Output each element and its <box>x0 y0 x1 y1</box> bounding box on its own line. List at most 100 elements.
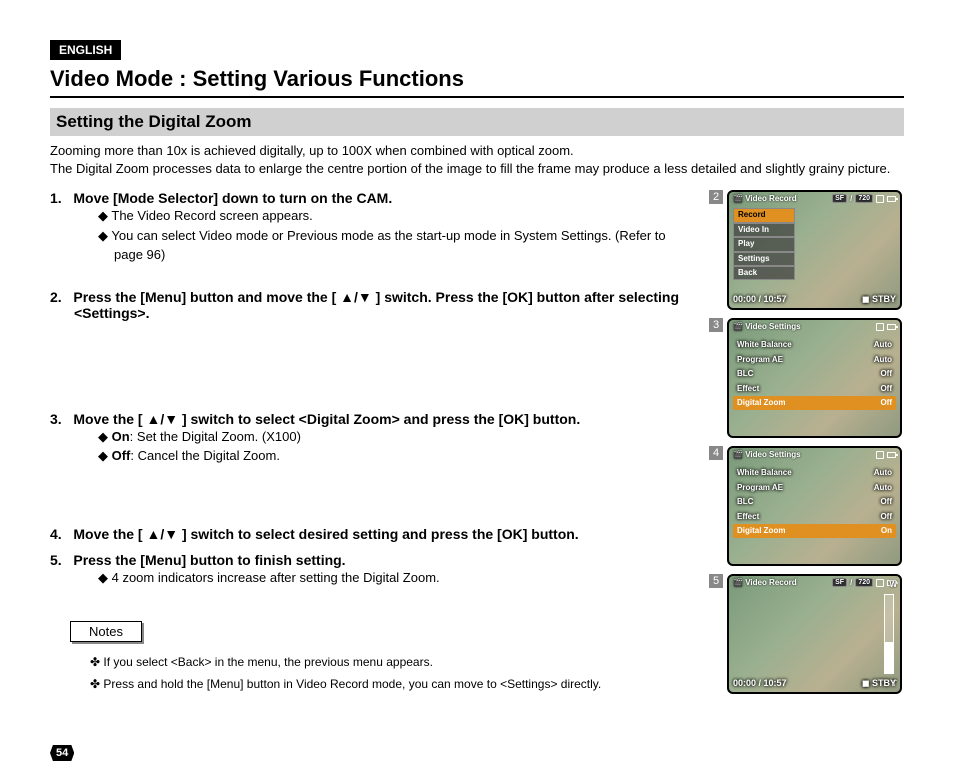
thumb-number: 3 <box>709 318 723 332</box>
thumb-number: 5 <box>709 574 723 588</box>
setting-key: White Balance <box>737 468 792 478</box>
menu-item-settings[interactable]: Settings <box>733 252 795 266</box>
setting-key: Effect <box>737 384 759 394</box>
battery-icon <box>887 452 896 458</box>
zoom-w-label: W <box>889 580 897 589</box>
setting-row[interactable]: Digital Zoom On <box>733 524 896 538</box>
notes-label: Notes <box>70 621 142 642</box>
card-icon <box>876 323 884 331</box>
card-icon <box>876 579 884 587</box>
menu-item-back[interactable]: Back <box>733 266 795 280</box>
language-badge: ENGLISH <box>50 40 121 60</box>
thumb-3-wrap: 3 🎬 Video Settings White BalanceAutoProg… <box>709 318 904 438</box>
battery-icon <box>887 324 896 330</box>
setting-value: Auto <box>874 468 892 478</box>
note-item: Press and hold the [Menu] button in Vide… <box>90 674 693 696</box>
note-item: If you select <Back> in the menu, the pr… <box>90 652 693 674</box>
setting-value: Off <box>880 398 892 408</box>
step-sub: 4 zoom indicators increase after setting… <box>98 568 693 588</box>
time-counter: 00:00 / 10:57 <box>733 678 787 689</box>
notes-list: If you select <Back> in the menu, the pr… <box>50 652 693 695</box>
step-2: 2. Press the [Menu] button and move the … <box>50 289 693 321</box>
thumb-title: Video Record <box>745 578 796 587</box>
menu-item-videoin[interactable]: Video In <box>733 223 795 237</box>
screenshot-2: 🎬 Video Record SF / 720 Record Video In … <box>727 190 902 310</box>
step-heading: Move [Mode Selector] down to turn on the… <box>73 190 392 206</box>
battery-icon <box>887 196 896 202</box>
setting-row[interactable]: Program AE Auto <box>733 481 896 495</box>
screenshot-5: 🎬 Video Record SF / 720 W T 00:00 / 10:5… <box>727 574 902 694</box>
step-sub: Off: Cancel the Digital Zoom. <box>98 446 693 466</box>
menu-item-play[interactable]: Play <box>733 237 795 251</box>
setting-row[interactable]: Program AE Auto <box>733 353 896 367</box>
setting-row[interactable]: BLC Off <box>733 495 896 509</box>
zoom-indicator <box>884 594 894 674</box>
setting-row[interactable]: BLC Off <box>733 367 896 381</box>
setting-value: Auto <box>874 340 892 350</box>
intro-text: Zooming more than 10x is achieved digita… <box>50 142 904 178</box>
setting-key: Effect <box>737 512 759 522</box>
setting-key: BLC <box>737 369 753 379</box>
thumb-2-wrap: 2 🎬 Video Record SF / 720 Record Video I… <box>709 190 904 310</box>
step-sub: On: Set the Digital Zoom. (X100) <box>98 427 693 447</box>
setting-row[interactable]: White Balance Auto <box>733 338 896 352</box>
setting-key: Program AE <box>737 483 783 493</box>
step-heading: Move the [ ▲/▼ ] switch to select desire… <box>73 526 578 542</box>
thumb-4-wrap: 4 🎬 Video Settings White BalanceAutoProg… <box>709 446 904 566</box>
menu-list: Record Video In Play Settings Back <box>733 208 795 280</box>
quality-badge: SF <box>832 578 847 587</box>
screenshot-4: 🎬 Video Settings White BalanceAutoProgra… <box>727 446 902 566</box>
card-icon <box>876 451 884 459</box>
screenshot-3: 🎬 Video Settings White BalanceAutoProgra… <box>727 318 902 438</box>
thumb-number: 4 <box>709 446 723 460</box>
step-number: 5. <box>50 552 62 568</box>
page-title: Video Mode : Setting Various Functions <box>50 60 904 98</box>
step-1: 1. Move [Mode Selector] down to turn on … <box>50 190 693 265</box>
step-number: 3. <box>50 411 62 427</box>
setting-value: Auto <box>874 483 892 493</box>
step-5: 5. Press the [Menu] button to finish set… <box>50 552 693 588</box>
thumb-title: Video Settings <box>745 322 800 331</box>
setting-value: Auto <box>874 355 892 365</box>
step-heading: Move the [ ▲/▼ ] switch to select <Digit… <box>73 411 580 427</box>
section-title: Setting the Digital Zoom <box>50 108 904 136</box>
thumb-title: Video Record <box>745 194 796 203</box>
thumb-5-wrap: 5 🎬 Video Record SF / 720 W T 00:00 <box>709 574 904 694</box>
setting-key: White Balance <box>737 340 792 350</box>
setting-value: Off <box>880 384 892 394</box>
setting-value: Off <box>880 369 892 379</box>
setting-key: Digital Zoom <box>737 526 785 536</box>
step-3: 3. Move the [ ▲/▼ ] switch to select <Di… <box>50 411 693 466</box>
step-heading: Press the [Menu] button and move the [ ▲… <box>73 289 679 321</box>
res-badge: 720 <box>855 194 873 203</box>
setting-key: Program AE <box>737 355 783 365</box>
step-number: 4. <box>50 526 62 542</box>
page-number: 54 <box>50 745 74 761</box>
step-number: 2. <box>50 289 62 305</box>
setting-value: Off <box>880 497 892 507</box>
time-counter: 00:00 / 10:57 <box>733 294 787 305</box>
step-heading: Press the [Menu] button to finish settin… <box>73 552 345 568</box>
setting-key: BLC <box>737 497 753 507</box>
quality-badge: SF <box>832 194 847 203</box>
thumbnails-column: 2 🎬 Video Record SF / 720 Record Video I… <box>709 190 904 695</box>
steps-column: 1. Move [Mode Selector] down to turn on … <box>50 190 693 695</box>
setting-key: Digital Zoom <box>737 398 785 408</box>
setting-row[interactable]: EffectOff <box>733 510 896 524</box>
step-sub: The Video Record screen appears. <box>98 206 693 226</box>
menu-item-record[interactable]: Record <box>733 208 795 222</box>
thumb-number: 2 <box>709 190 723 204</box>
step-4: 4. Move the [ ▲/▼ ] switch to select des… <box>50 526 693 542</box>
setting-row[interactable]: White Balance Auto <box>733 466 896 480</box>
setting-row[interactable]: Digital Zoom Off <box>733 396 896 410</box>
step-sub: You can select Video mode or Previous mo… <box>98 226 693 265</box>
intro-line: The Digital Zoom processes data to enlar… <box>50 161 890 176</box>
thumb-title: Video Settings <box>745 450 800 459</box>
setting-value: On <box>881 526 892 536</box>
slash: / <box>850 578 852 587</box>
slash: / <box>850 194 852 203</box>
setting-row[interactable]: Effect Off <box>733 382 896 396</box>
card-icon <box>876 195 884 203</box>
step-number: 1. <box>50 190 62 206</box>
status-stby: ◼ STBY <box>862 678 896 689</box>
